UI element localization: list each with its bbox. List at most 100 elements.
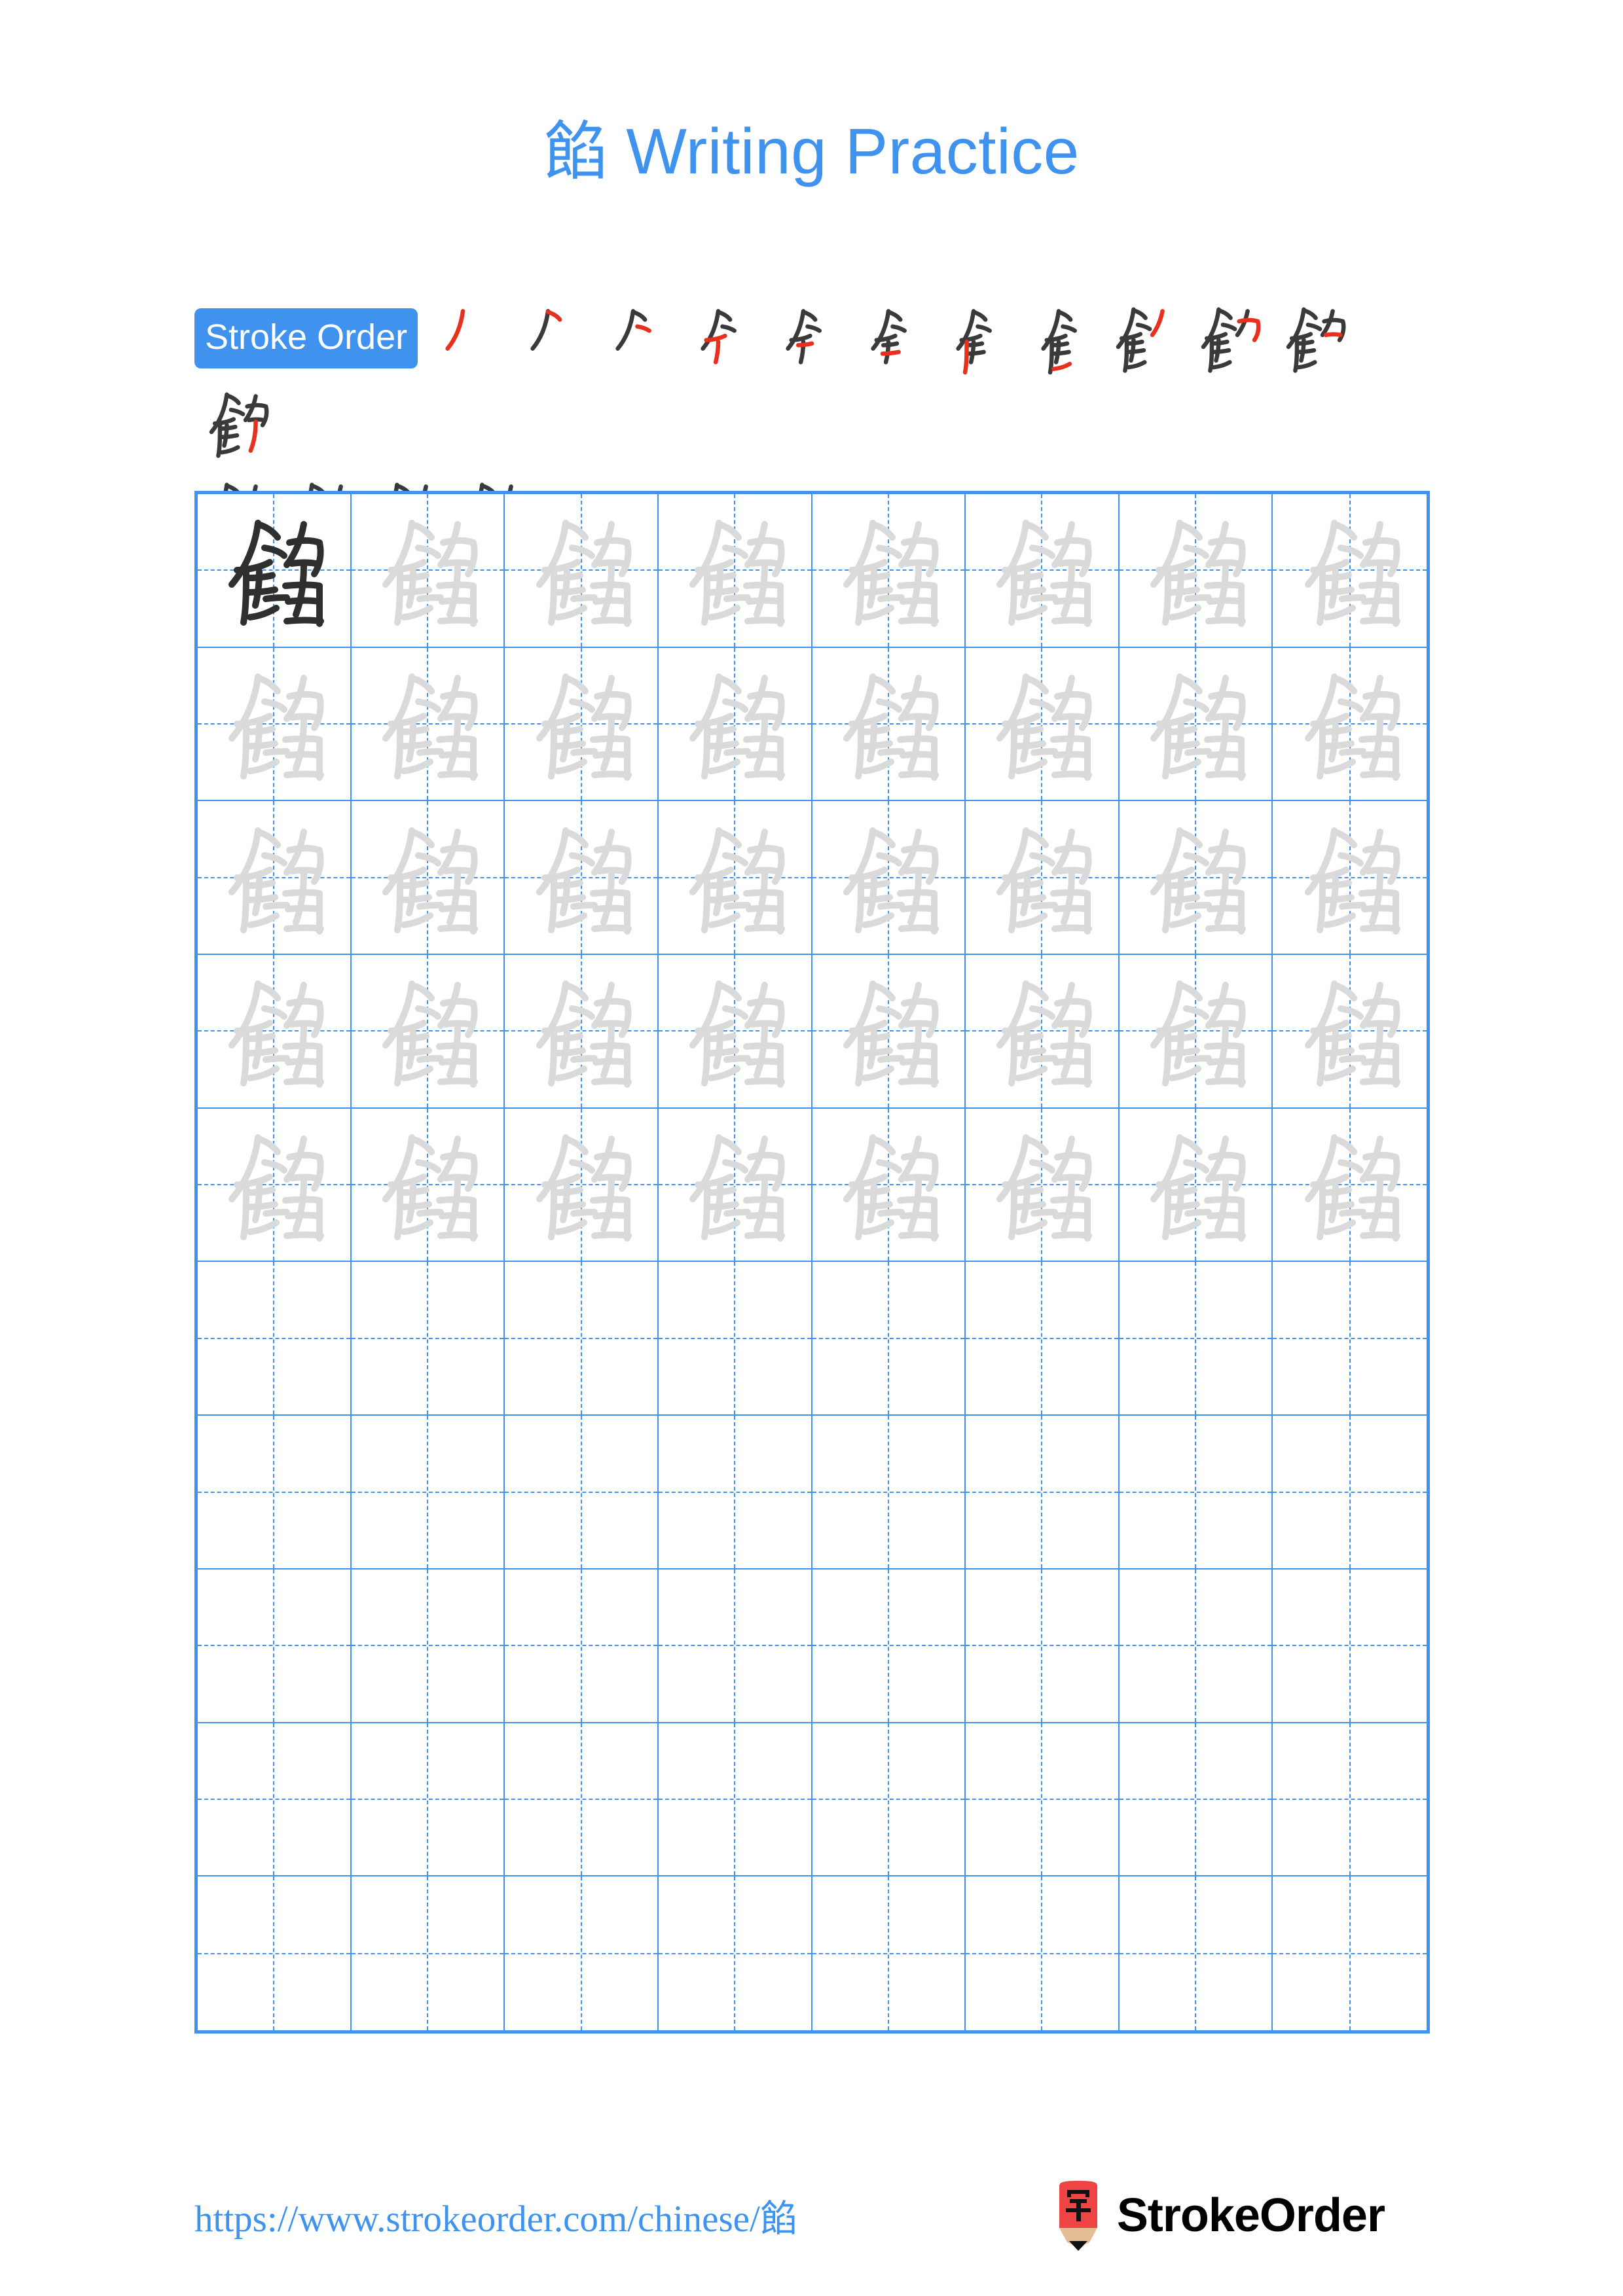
model-character: [198, 494, 350, 647]
practice-cell[interactable]: [505, 1108, 659, 1263]
trace-character: [812, 801, 965, 954]
practice-cell[interactable]: [505, 1262, 659, 1416]
horizontal-guide-line: [1119, 1952, 1272, 1954]
practice-cell[interactable]: [1119, 647, 1273, 802]
trace-character: [505, 955, 657, 1107]
practice-cell[interactable]: [198, 1876, 352, 2030]
practice-cell[interactable]: [505, 801, 659, 956]
practice-cell[interactable]: [966, 955, 1120, 1109]
practice-cell[interactable]: [198, 1569, 352, 1723]
practice-cell[interactable]: [505, 647, 659, 802]
trace-character: [659, 1109, 811, 1261]
practice-cell[interactable]: [658, 1416, 812, 1570]
practice-cell[interactable]: [658, 1876, 812, 2030]
practice-cell[interactable]: [1273, 647, 1427, 802]
horizontal-guide-line: [966, 1645, 1118, 1647]
practice-cell[interactable]: [351, 801, 505, 956]
practice-cell[interactable]: [351, 494, 505, 648]
practice-cell[interactable]: [812, 955, 966, 1109]
horizontal-guide-line: [1119, 1337, 1272, 1339]
practice-cell[interactable]: [966, 1876, 1120, 2030]
practice-cell[interactable]: [198, 801, 352, 956]
practice-cell[interactable]: [812, 1262, 966, 1416]
practice-cell[interactable]: [351, 1108, 505, 1263]
practice-cell[interactable]: [351, 1262, 505, 1416]
practice-cell[interactable]: [812, 1723, 966, 1877]
horizontal-guide-line: [966, 1952, 1118, 1954]
practice-cell[interactable]: [1273, 1262, 1427, 1416]
practice-cell[interactable]: [1119, 1108, 1273, 1263]
practice-cell[interactable]: [966, 1723, 1120, 1877]
practice-cell[interactable]: [351, 1569, 505, 1723]
practice-cell[interactable]: [1273, 955, 1427, 1109]
practice-cell[interactable]: [658, 1108, 812, 1263]
practice-cell[interactable]: [812, 1569, 966, 1723]
practice-cell[interactable]: [505, 1569, 659, 1723]
practice-cell[interactable]: [198, 1416, 352, 1570]
practice-cell[interactable]: [658, 1723, 812, 1877]
practice-cell[interactable]: [198, 1723, 352, 1877]
practice-cell[interactable]: [812, 494, 966, 648]
practice-cell[interactable]: [1119, 1876, 1273, 2030]
practice-cell[interactable]: [966, 1108, 1120, 1263]
stroke-step-11: [1271, 296, 1357, 381]
practice-cell[interactable]: [812, 1876, 966, 2030]
practice-cell[interactable]: [812, 647, 966, 802]
practice-cell[interactable]: [351, 955, 505, 1109]
practice-cell[interactable]: [658, 801, 812, 956]
practice-cell[interactable]: [351, 1723, 505, 1877]
practice-cell[interactable]: [966, 801, 1120, 956]
horizontal-guide-line: [1119, 1645, 1272, 1647]
practice-cell[interactable]: [1273, 494, 1427, 648]
practice-cell[interactable]: [658, 955, 812, 1109]
practice-cell[interactable]: [966, 1569, 1120, 1723]
practice-cell[interactable]: [1119, 1569, 1273, 1723]
source-url[interactable]: https://www.strokeorder.com/chinese/餡: [194, 2189, 797, 2242]
practice-cell[interactable]: [658, 1262, 812, 1416]
practice-cell[interactable]: [351, 1416, 505, 1570]
practice-cell[interactable]: [198, 1262, 352, 1416]
practice-cell[interactable]: [966, 647, 1120, 802]
practice-cell[interactable]: [198, 1108, 352, 1263]
horizontal-guide-line: [658, 1645, 811, 1647]
practice-cell[interactable]: [1273, 1416, 1427, 1570]
practice-cell[interactable]: [1273, 1108, 1427, 1263]
practice-cell[interactable]: [812, 1108, 966, 1263]
practice-cell[interactable]: [1273, 1723, 1427, 1877]
horizontal-guide-line: [505, 1798, 657, 1800]
practice-cell[interactable]: [198, 955, 352, 1109]
practice-cell[interactable]: [1119, 955, 1273, 1109]
practice-cell[interactable]: [1273, 1876, 1427, 2030]
practice-cell[interactable]: [1119, 1262, 1273, 1416]
trace-character: [966, 648, 1118, 800]
practice-cell[interactable]: [505, 494, 659, 648]
practice-cell[interactable]: [351, 1876, 505, 2030]
practice-cell[interactable]: [1119, 801, 1273, 956]
trace-character: [1273, 1109, 1427, 1261]
page-title-suffix: Writing Practice: [608, 115, 1080, 187]
practice-cell[interactable]: [505, 955, 659, 1109]
horizontal-guide-line: [351, 1337, 504, 1339]
trace-character: [352, 494, 504, 647]
practice-cell[interactable]: [658, 494, 812, 648]
practice-cell[interactable]: [812, 801, 966, 956]
brand-logo-group[interactable]: StrokeOrder: [1053, 2179, 1385, 2251]
practice-cell[interactable]: [966, 1416, 1120, 1570]
practice-cell[interactable]: [198, 647, 352, 802]
practice-cell[interactable]: [198, 494, 352, 648]
practice-cell[interactable]: [658, 647, 812, 802]
practice-cell[interactable]: [966, 494, 1120, 648]
practice-cell[interactable]: [658, 1569, 812, 1723]
horizontal-guide-line: [505, 1645, 657, 1647]
practice-cell[interactable]: [812, 1416, 966, 1570]
practice-cell[interactable]: [1273, 1569, 1427, 1723]
practice-cell[interactable]: [351, 647, 505, 802]
practice-cell[interactable]: [1119, 1416, 1273, 1570]
practice-cell[interactable]: [966, 1262, 1120, 1416]
practice-cell[interactable]: [505, 1723, 659, 1877]
practice-cell[interactable]: [505, 1876, 659, 2030]
practice-cell[interactable]: [505, 1416, 659, 1570]
practice-cell[interactable]: [1119, 494, 1273, 648]
practice-cell[interactable]: [1273, 801, 1427, 956]
practice-cell[interactable]: [1119, 1723, 1273, 1877]
